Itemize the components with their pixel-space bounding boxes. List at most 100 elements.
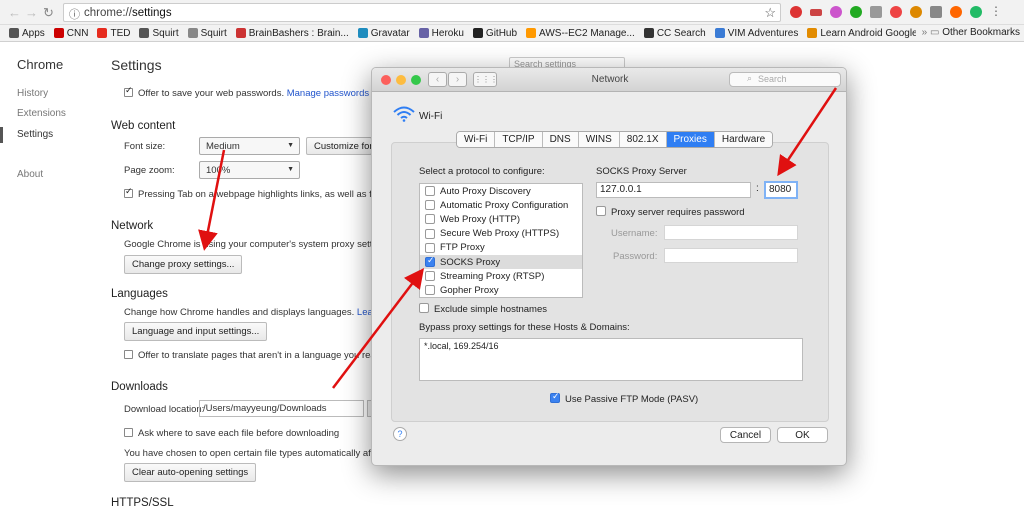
browser-toolbar: ← → ↻ ⓘ chrome://settings ☆ ⋮ — [0, 0, 1024, 25]
bookmark-item[interactable]: TED — [97, 28, 130, 39]
bookmark-star-icon[interactable]: ☆ — [764, 5, 776, 21]
mail-icon[interactable] — [930, 6, 942, 18]
bookmark-item[interactable]: Squirt — [139, 27, 179, 39]
translate-label: Offer to translate pages that aren't in … — [138, 350, 376, 361]
bypass-textarea[interactable]: *.local, 169.254/16 — [419, 338, 803, 381]
bookmark-item[interactable]: BrainBashers : Brain... — [235, 28, 349, 39]
exclude-simple-checkbox[interactable] — [419, 303, 429, 313]
bookmark-item[interactable]: Apps — [9, 28, 45, 39]
bookmark-item[interactable]: Learn Android Google — [807, 28, 918, 39]
bookmark-item[interactable]: CNN — [53, 28, 88, 39]
protocol-checkbox[interactable] — [425, 186, 435, 197]
bookmark-label: Squirt — [152, 27, 179, 39]
protocol-label: Automatic Proxy Configuration — [440, 199, 569, 211]
protocol-item[interactable]: Gopher Proxy — [420, 283, 582, 297]
protocol-checkbox[interactable] — [425, 255, 435, 268]
protocol-checkbox[interactable] — [425, 200, 435, 211]
bookmark-item[interactable]: GitHub — [472, 28, 517, 39]
language-input-button[interactable]: Language and input settings... — [124, 322, 268, 341]
url-path: settings — [131, 7, 172, 19]
requires-password-checkbox[interactable] — [596, 206, 606, 216]
download-location-input[interactable]: /Users/mayyeung/Downloads — [199, 400, 364, 417]
reload-icon[interactable]: ↻ — [43, 5, 54, 21]
protocol-item[interactable]: Web Proxy (HTTP) — [420, 212, 582, 226]
bookmark-item[interactable]: CC Search — [643, 28, 706, 39]
proxy-port-input[interactable]: 8080 — [764, 181, 798, 199]
page-zoom-select[interactable]: 100% ▼ — [199, 161, 300, 179]
sidebar-item-extensions[interactable]: Extensions — [17, 108, 66, 119]
sidebar-active-marker — [0, 127, 3, 143]
bypass-label: Bypass proxy settings for these Hosts & … — [419, 322, 630, 333]
ok-button[interactable]: OK — [777, 427, 828, 443]
opera-icon[interactable] — [890, 6, 902, 18]
protocol-item[interactable]: Secure Web Proxy (HTTPS) — [420, 227, 582, 241]
pocket-icon[interactable] — [950, 6, 962, 18]
tab-highlight-checkbox[interactable] — [124, 186, 133, 198]
bookmark-item[interactable]: VIM Adventures — [714, 28, 798, 39]
sidebar-item-history[interactable]: History — [17, 88, 48, 99]
tab-proxies[interactable]: Proxies — [666, 132, 715, 147]
sidebar-item-settings[interactable]: Settings — [17, 129, 53, 140]
sidebar-item-about[interactable]: About — [17, 169, 43, 180]
extension-icon[interactable] — [830, 6, 842, 18]
protocol-checkbox[interactable] — [425, 214, 435, 225]
font-size-select[interactable]: Medium ▼ — [199, 137, 300, 155]
page-icon — [187, 28, 198, 38]
glasses-icon[interactable] — [810, 9, 822, 16]
protocol-checkbox[interactable] — [425, 271, 435, 282]
bookmark-item[interactable]: Heroku — [418, 27, 464, 39]
ask-where-checkbox[interactable] — [124, 428, 133, 437]
passive-ftp-checkbox[interactable] — [550, 391, 560, 403]
interface-name: Wi-Fi — [419, 111, 443, 122]
download-location-label: Download location: — [124, 404, 205, 415]
tab-dns[interactable]: DNS — [542, 132, 579, 147]
page-zoom-value: 100% — [206, 165, 231, 176]
protocol-checkbox[interactable] — [425, 242, 435, 253]
password-input[interactable] — [664, 248, 798, 263]
protocol-label: Secure Web Proxy (HTTPS) — [440, 228, 560, 240]
bookmark-item[interactable]: Squirt — [187, 28, 227, 39]
help-button[interactable]: ? — [393, 427, 407, 441]
password-label: Password: — [613, 251, 658, 262]
extension-icon[interactable] — [870, 6, 882, 18]
protocol-checkbox[interactable] — [425, 228, 435, 239]
clear-auto-open-button[interactable]: Clear auto-opening settings — [124, 463, 257, 482]
extension-icon[interactable] — [970, 6, 982, 18]
tab-hardware[interactable]: Hardware — [714, 132, 773, 147]
protocol-item[interactable]: Automatic Proxy Configuration — [420, 198, 582, 212]
protocol-item[interactable]: Streaming Proxy (RTSP) — [420, 269, 582, 283]
menu-icon[interactable]: ⋮ — [990, 4, 1002, 18]
translate-checkbox[interactable] — [124, 350, 133, 359]
change-proxy-button[interactable]: Change proxy settings... — [124, 255, 243, 274]
https-ssl-heading: HTTPS/SSL — [111, 497, 174, 509]
page-zoom-label: Page zoom: — [124, 165, 175, 176]
protocol-item[interactable]: SOCKS Proxy — [420, 254, 582, 270]
network-description: Google Chrome is using your computer's s… — [124, 239, 396, 250]
forward-icon[interactable]: → — [25, 5, 38, 20]
tab-tcp-ip[interactable]: TCP/IP — [495, 132, 543, 147]
gravatar-icon — [357, 28, 368, 38]
protocol-checkbox[interactable] — [425, 285, 435, 296]
chrome-brand: Chrome — [17, 57, 64, 72]
proxy-server-input[interactable]: 127.0.0.1 — [596, 182, 751, 198]
protocol-item[interactable]: Auto Proxy Discovery — [420, 184, 582, 198]
tab-wins[interactable]: WINS — [578, 132, 620, 147]
cancel-button[interactable]: Cancel — [720, 427, 771, 443]
extension-icon[interactable] — [910, 6, 922, 18]
protocol-item[interactable]: FTP Proxy — [420, 241, 582, 255]
adblock-icon[interactable] — [790, 6, 802, 18]
other-bookmarks[interactable]: » ▭ Other Bookmarks — [915, 27, 1020, 38]
bookmark-item[interactable]: AWS--EC2 Manage... — [526, 28, 635, 39]
username-input[interactable] — [664, 225, 798, 240]
back-icon[interactable]: ← — [8, 5, 21, 20]
tab-802-1x[interactable]: 802.1X — [619, 132, 667, 147]
save-passwords-checkbox[interactable] — [124, 85, 133, 97]
leaf-icon[interactable] — [850, 6, 862, 18]
manage-passwords-link[interactable]: Manage passwords — [287, 88, 369, 99]
bookmark-item[interactable]: Gravatar — [357, 28, 410, 39]
address-bar[interactable]: ⓘ chrome://settings ☆ — [63, 3, 781, 22]
dialog-search-input[interactable]: Search — [729, 72, 841, 87]
tab-wi-fi[interactable]: Wi-Fi — [457, 132, 496, 147]
bookmark-label: Heroku — [431, 27, 464, 39]
customize-fonts-button[interactable]: Customize font — [306, 137, 372, 155]
